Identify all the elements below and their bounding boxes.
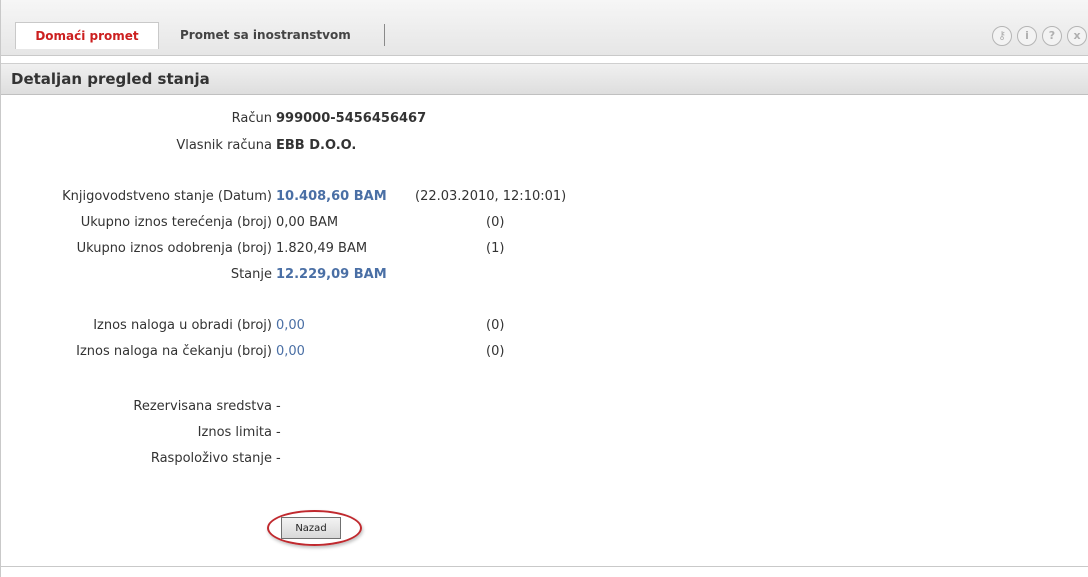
- credit-row: Ukupno iznos odobrenja (broj) 1.820,49 B…: [1, 239, 1088, 259]
- limit-row: Iznos limita -: [1, 423, 1088, 443]
- debit-row: Ukupno iznos terećenja (broj) 0,00 BAM (…: [1, 213, 1088, 233]
- app-frame: Domaći promet Promet sa inostranstvom ⚷ …: [0, 0, 1088, 577]
- book-balance-label: Knjigovodstveno stanje (Datum): [62, 189, 272, 204]
- processing-orders-count: (0): [486, 318, 505, 333]
- owner-row: Vlasnik računa EBB D.O.O.: [1, 136, 1088, 156]
- processing-orders-label: Iznos naloga u obradi (broj): [93, 318, 272, 333]
- tab-domestic-traffic[interactable]: Domaći promet: [15, 22, 159, 49]
- close-icon[interactable]: x: [1067, 26, 1087, 46]
- owner-value: EBB D.O.O.: [276, 138, 357, 153]
- debit-count: (0): [486, 215, 505, 230]
- pending-orders-count: (0): [486, 344, 505, 359]
- reserved-funds-row: Rezervisana sredstva -: [1, 397, 1088, 417]
- info-icon[interactable]: i: [1017, 26, 1037, 46]
- debit-value: 0,00 BAM: [276, 215, 339, 230]
- credit-count: (1): [486, 241, 505, 256]
- help-icon[interactable]: ?: [1042, 26, 1062, 46]
- account-row: Račun 999000-5456456467: [1, 109, 1088, 129]
- tab-bar: Domaći promet Promet sa inostranstvom ⚷ …: [1, 0, 1088, 56]
- book-balance-date: (22.03.2010, 12:10:01): [415, 189, 567, 204]
- pending-orders-label: Iznos naloga na čekanju (broj): [76, 344, 272, 359]
- available-balance-label: Raspoloživo stanje: [150, 451, 272, 466]
- limit-label: Iznos limita: [197, 425, 272, 440]
- page-title: Detaljan pregled stanja: [11, 70, 210, 88]
- key-icon[interactable]: ⚷: [992, 26, 1012, 46]
- owner-label: Vlasnik računa: [176, 138, 272, 153]
- processing-orders-value[interactable]: 0,00: [276, 316, 305, 336]
- account-label: Račun: [231, 111, 272, 126]
- available-balance-row: Raspoloživo stanje -: [1, 449, 1088, 469]
- credit-label: Ukupno iznos odobrenja (broj): [76, 241, 272, 256]
- reserved-funds-value: -: [276, 399, 281, 414]
- reserved-funds-label: Rezervisana sredstva: [133, 399, 272, 414]
- book-balance-value: 10.408,60 BAM: [276, 189, 387, 204]
- account-number: 999000-5456456467: [276, 111, 427, 126]
- page-header: Detaljan pregled stanja: [1, 63, 1088, 95]
- debit-label: Ukupno iznos terećenja (broj): [80, 215, 272, 230]
- state-label: Stanje: [230, 267, 272, 282]
- tab-foreign-traffic[interactable]: Promet sa inostranstvom: [180, 22, 351, 49]
- credit-value: 1.820,49 BAM: [276, 241, 368, 256]
- processing-orders-row: Iznos naloga u obradi (broj) 0,00 (0): [1, 316, 1088, 336]
- pending-orders-row: Iznos naloga na čekanju (broj) 0,00 (0): [1, 342, 1088, 362]
- available-balance-value: -: [276, 451, 281, 466]
- limit-value: -: [276, 425, 281, 440]
- back-button[interactable]: Nazad: [281, 517, 341, 539]
- tab-divider: [384, 24, 385, 46]
- state-value: 12.229,09 BAM: [276, 267, 387, 282]
- pending-orders-value[interactable]: 0,00: [276, 342, 305, 362]
- state-row: Stanje 12.229,09 BAM: [1, 265, 1088, 285]
- book-balance-row: Knjigovodstveno stanje (Datum) 10.408,60…: [1, 187, 1088, 207]
- bottom-divider: [1, 566, 1088, 567]
